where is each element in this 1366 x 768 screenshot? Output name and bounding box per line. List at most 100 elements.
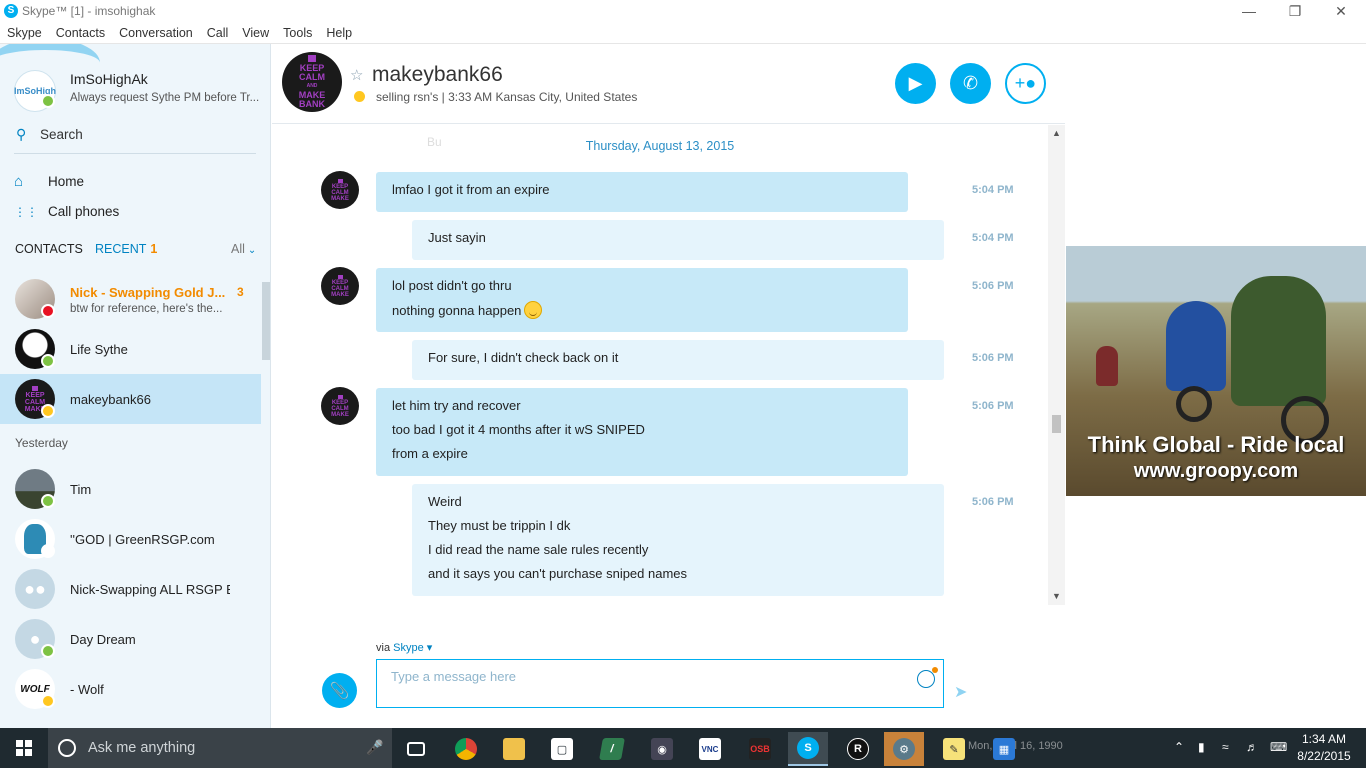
message-timestamp: 5:06 PM [972,280,1014,292]
my-status-online-icon[interactable] [41,94,55,108]
tab-contacts[interactable]: CONTACTS [15,242,83,256]
send-arrow-icon[interactable]: ➤ [954,682,967,702]
taskbar-chrome[interactable] [446,732,486,766]
message-avatar[interactable]: KEEP CALM MAKE [321,267,359,305]
minimize-button[interactable]: — [1226,0,1272,24]
taskbar-app[interactable]: ◉ [642,732,682,766]
conversation-scrollbar[interactable]: ▲ ▼ [1048,125,1065,605]
taskbar-osbuddy[interactable]: OSB [740,732,780,766]
menu-tools[interactable]: Tools [276,24,319,42]
emoticon-picker-icon[interactable] [917,667,938,688]
task-view-button[interactable] [396,732,436,766]
message-bubble-sent[interactable]: For sure, I didn't check back on it [412,340,944,380]
message-text: lol post didn't go thru [392,278,512,293]
menu-conversation[interactable]: Conversation [112,24,200,42]
send-via-selector[interactable]: via Skype ▾ [376,641,432,654]
battery-icon[interactable]: ▮ [1198,740,1205,754]
osb-icon: OSB [749,738,771,760]
filter-dropdown[interactable]: All ⌄ [231,242,256,256]
menu-call[interactable]: Call [200,24,236,42]
message-bubble-received[interactable]: lmfao I got it from an expire [376,172,908,212]
contact-item[interactable]: Nick - Swapping Gold J... btw for refere… [0,274,261,324]
wifi-icon[interactable]: ≈ [1222,740,1229,754]
scroll-thumb[interactable] [1052,415,1061,433]
store-bag-icon: ▢ [551,738,573,760]
search-icon: ⚲ [16,126,27,142]
folder-icon [503,738,525,760]
taskbar-calculator[interactable]: ▦ [984,732,1024,766]
close-button[interactable]: ✕ [1318,0,1364,24]
do-not-disturb-icon [41,304,55,318]
taskbar-skype[interactable]: S [788,732,828,766]
search-label: Search [40,127,83,142]
microphone-icon[interactable]: 🎤 [366,739,383,756]
app-icon: / [599,738,625,760]
my-display-name[interactable]: ImSoHighAk [70,71,148,87]
section-yesterday-label: Yesterday [15,436,68,450]
taskbar-clock[interactable]: 1:34 AM 8/22/2015 [1292,731,1356,765]
skype-icon: S [797,737,819,759]
scroll-down-arrow-icon[interactable]: ▼ [1048,588,1065,605]
message-bubble-received[interactable]: let him try and recover too bad I got it… [376,388,908,476]
recent-count-badge: 1 [150,242,158,256]
video-call-button[interactable]: ▶ [895,63,936,104]
taskbar-file-explorer[interactable] [494,732,534,766]
nav-home-label: Home [48,174,85,189]
keyboard-icon[interactable]: ⌨ [1270,740,1287,754]
message-avatar[interactable]: KEEP CALM MAKE [321,387,359,425]
contact-item[interactable]: WOLF - Wolf [0,664,261,714]
my-mood-message[interactable]: Always request Sythe PM before Tr... [70,92,260,104]
message-history: Bu Thursday, August 13, 2015 KEEP CALM MAK… [272,125,1048,605]
taskbar-app[interactable]: R [838,732,878,766]
message-bubble-sent[interactable]: Weird They must be trippin I dk I did re… [412,484,944,596]
nav-call-phones[interactable]: ⋮⋮ Call phones [14,200,254,224]
favorite-star-icon[interactable]: ☆ [350,66,363,84]
voice-call-button[interactable]: ✆ [950,63,991,104]
restore-button[interactable]: ❐ [1272,0,1318,24]
nav-home[interactable]: ⌂ Home [14,170,254,194]
group-avatar-icon: ●● [15,569,55,609]
contact-item[interactable]: ●● Nick-Swapping ALL RSGP Bu... [0,564,261,614]
menu-help[interactable]: Help [319,24,359,42]
cortana-icon [58,739,76,757]
add-user-icon: +● [1014,73,1037,93]
contact-list-scrollbar[interactable] [262,282,270,360]
right-ad-pane: Think Global - Ride local www.groopy.com [1066,44,1366,728]
add-people-button[interactable]: +● [1005,63,1046,104]
advertisement-banner[interactable]: Think Global - Ride local www.groopy.com [1066,246,1366,496]
contact-item[interactable]: Life Sythe [0,324,261,374]
nav-call-phones-label: Call phones [48,204,120,219]
scroll-up-arrow-icon[interactable]: ▲ [1048,125,1065,142]
contact-search[interactable]: ⚲ Search [14,124,256,154]
sidebar: ImSoHigh ImSoHighAk Always request Sythe… [0,44,271,728]
show-hidden-icons-chevron-icon[interactable]: ⌃ [1174,740,1184,754]
taskbar-app[interactable]: ⚙ [884,732,924,766]
message-bubble-sent[interactable]: Just sayin [412,220,944,260]
contact-avatar[interactable]: KEEP CALM AND MAKE BANK [282,52,342,112]
taskbar-vnc[interactable]: VNC [690,732,730,766]
contact-item[interactable]: Tim [0,464,261,514]
menu-contacts[interactable]: Contacts [49,24,112,42]
taskbar-app[interactable]: / [592,732,632,766]
menu-view[interactable]: View [235,24,276,42]
message-timestamp: 5:04 PM [972,184,1014,196]
tab-recent-label: RECENT [95,242,147,256]
attach-button[interactable]: 📎 [322,673,357,708]
contact-name: Life Sythe [70,342,128,357]
tab-recent[interactable]: RECENT 1 [95,242,157,256]
contact-item-selected[interactable]: KEEP CALM MAKE makeybank66 [0,374,261,424]
volume-icon[interactable]: ♬ [1246,740,1258,754]
message-avatar[interactable]: KEEP CALM MAKE [321,171,359,209]
taskbar-store[interactable]: ▢ [542,732,582,766]
contact-item[interactable]: ''GOD | GreenRSGP.com [0,514,261,564]
message-compose-box[interactable] [376,659,944,708]
cortana-search-box[interactable]: Ask me anything 🎤 [48,728,392,768]
contact-name: makeybank66 [70,392,151,407]
via-service: Skype [393,642,424,654]
message-input[interactable] [391,669,891,684]
contact-item[interactable]: ● Day Dream [0,614,261,664]
message-bubble-received[interactable]: lol post didn't go thru nothing gonna ha… [376,268,908,332]
menu-skype[interactable]: Skype [0,24,49,42]
start-button[interactable] [0,728,48,768]
unread-count-badge: 3 [237,285,244,299]
